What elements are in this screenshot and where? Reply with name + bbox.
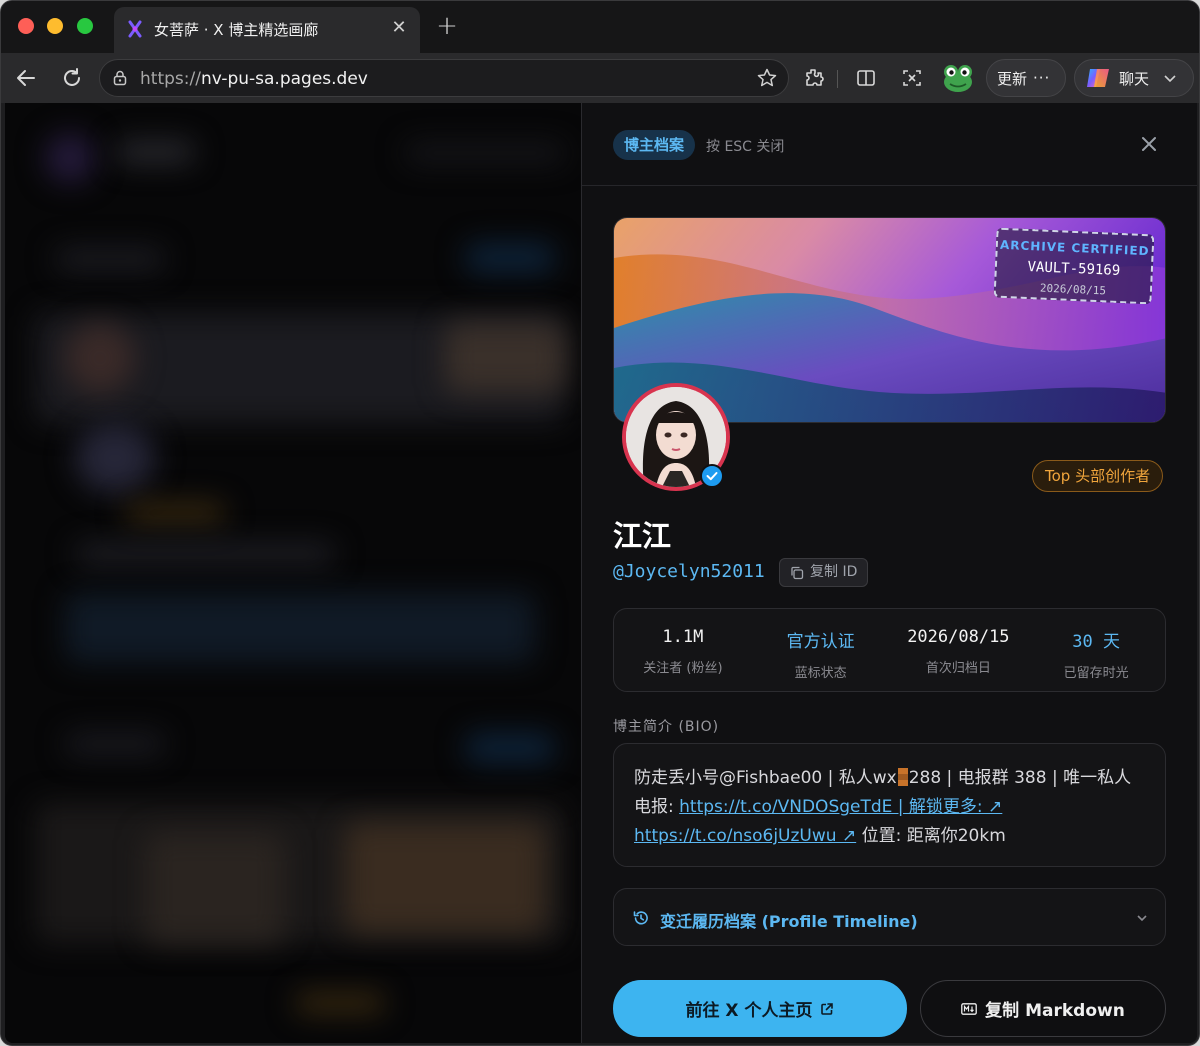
copy-id-button[interactable]: 复制 ID — [779, 558, 869, 587]
stat-label: 关注者 (粉丝) — [643, 661, 723, 676]
copy-markdown-button[interactable]: 复制 Markdown — [920, 980, 1166, 1037]
stamp-title: ARCHIVE CERTIFIED — [999, 237, 1150, 259]
stat-value: 官方认证 — [786, 632, 855, 652]
stat-label: 已留存时光 — [1063, 666, 1129, 681]
blurred-badge-2 — [295, 993, 385, 1013]
history-icon — [633, 911, 648, 925]
blurred-avatar — [65, 323, 135, 393]
timeline-label: 变迁履历档案 (Profile Timeline) — [660, 912, 918, 931]
archive-certified-stamp: ARCHIVE CERTIFIED VAULT-59169 2026/08/15 — [993, 227, 1155, 305]
markdown-icon — [961, 1002, 978, 1015]
update-button[interactable]: 更新 ··· — [986, 59, 1066, 97]
stat-verification: 官方认证 蓝标状态 — [752, 609, 890, 691]
chat-label: 聊天 — [1119, 69, 1150, 88]
redacted-emoji-icon — [897, 768, 908, 786]
copy-id-label: 复制 ID — [810, 564, 858, 580]
copy-markdown-label: 复制 Markdown — [985, 1001, 1125, 1021]
close-icon[interactable] — [1139, 134, 1159, 154]
stat-label: 蓝标状态 — [794, 666, 847, 681]
bio-text: 防走丢小号@Fishbae00 | 私人wx — [634, 768, 897, 788]
tab-close-icon[interactable]: ✕ — [388, 17, 410, 39]
browser-toolbar: https://nv-pu-sa.pages.dev 更新 ··· 聊天 — [1, 53, 1199, 103]
more-dots-icon: ··· — [1033, 69, 1051, 87]
blurred-gallery-background — [5, 103, 581, 1043]
stat-value: 2026/08/15 — [907, 627, 1010, 647]
browser-tab-active[interactable]: 女菩萨 · X 博主精选画廊 ✕ — [114, 7, 420, 53]
page-content: 博主档案 按 ESC 关闭 ARCHIVE CERTIFIED VAULT-59… — [5, 103, 1197, 1043]
profile-name: 江江 — [613, 519, 672, 553]
bio-text: 位置: 距离你20km — [856, 826, 1006, 846]
site-favicon-icon — [128, 20, 142, 38]
browser-window: 女菩萨 · X 博主精选画廊 ✕ + https://nv-pu-sa.page… — [0, 0, 1200, 1046]
tab-title: 女菩萨 · X 博主精选画廊 — [154, 21, 319, 39]
blurred-badge — [125, 503, 225, 523]
stat-retention: 30 天 已留存时光 — [1027, 609, 1165, 691]
blurred-avatar-2 — [75, 423, 155, 493]
copy-icon — [791, 566, 804, 580]
blurred-thumb-3 — [145, 833, 285, 943]
back-arrow-icon[interactable] — [11, 63, 41, 93]
blurred-title — [115, 141, 195, 163]
drawer-header: 博主档案 按 ESC 关闭 — [582, 103, 1197, 186]
esc-hint: 按 ESC 关闭 — [706, 139, 785, 155]
chevron-down-icon — [1137, 915, 1147, 922]
minimize-window-button[interactable] — [47, 18, 63, 34]
url-host: nv-pu-sa.pages.dev — [200, 69, 368, 89]
open-x-profile-label: 前往 X 个人主页 — [685, 1001, 813, 1021]
screenshot-icon[interactable] — [897, 63, 927, 93]
extensions-icon[interactable] — [799, 63, 829, 93]
stat-archive-date: 2026/08/15 首次归档日 — [890, 609, 1028, 691]
blurred-bio — [65, 593, 535, 663]
update-label: 更新 — [997, 69, 1028, 88]
blurred-button — [465, 243, 555, 273]
stat-value: 1.1M — [662, 627, 704, 647]
copilot-icon — [1087, 69, 1109, 87]
blurred-nav — [405, 143, 565, 163]
stamp-date: 2026/08/15 — [1039, 281, 1107, 298]
stat-value: 30 天 — [1072, 632, 1120, 652]
frog-extension-icon[interactable] — [941, 61, 975, 95]
blurred-heading-2 — [65, 733, 165, 755]
reload-icon[interactable] — [57, 63, 87, 93]
stat-label: 首次归档日 — [925, 661, 991, 676]
blurred-logo — [45, 133, 95, 183]
site-info-icon[interactable] — [112, 70, 128, 86]
address-bar[interactable]: https://nv-pu-sa.pages.dev — [99, 59, 789, 97]
stats-card: 1.1M 关注者 (粉丝) 官方认证 蓝标状态 2026/08/15 首次归档日… — [613, 608, 1166, 692]
close-window-button[interactable] — [18, 18, 34, 34]
new-tab-button[interactable]: + — [433, 13, 461, 41]
bio-label: 博主简介 (BIO) — [613, 719, 720, 735]
copilot-chat-button[interactable]: 聊天 — [1074, 59, 1194, 97]
open-x-profile-button[interactable]: 前往 X 个人主页 — [613, 980, 907, 1037]
blurred-thumb — [445, 323, 565, 393]
bio-link[interactable]: https://t.co/nso6jUzUwu ↗ — [634, 826, 856, 846]
profile-drawer: 博主档案 按 ESC 关闭 ARCHIVE CERTIFIED VAULT-59… — [581, 103, 1197, 1043]
archive-badge: 博主档案 — [613, 130, 696, 160]
verified-check-icon — [700, 464, 724, 488]
external-link-icon — [821, 1002, 834, 1015]
chevron-down-icon — [1164, 75, 1176, 83]
split-screen-icon[interactable] — [851, 63, 881, 93]
blurred-name — [75, 543, 335, 565]
blurred-thumb-2 — [345, 823, 545, 933]
url-scheme: https:// — [140, 69, 201, 89]
url-text: https://nv-pu-sa.pages.dev — [140, 69, 368, 89]
stat-followers: 1.1M 关注者 (粉丝) — [614, 609, 752, 691]
bio-link[interactable]: https://t.co/VNDOSgeTdE | 解锁更多: ↗ — [679, 797, 1002, 817]
profile-timeline-accordion[interactable]: 变迁履历档案 (Profile Timeline) — [613, 888, 1166, 946]
blurred-button-2 — [465, 733, 555, 763]
bio-card: 防走丢小号@Fishbae00 | 私人wx 288 | 电报群 388 | 唯一… — [613, 743, 1166, 867]
maximize-window-button[interactable] — [77, 18, 93, 34]
stamp-vault-id: VAULT-59169 — [1027, 258, 1121, 280]
blurred-heading — [55, 248, 165, 270]
profile-handle[interactable]: @Joycelyn52011 — [613, 561, 765, 582]
favorite-star-icon[interactable] — [756, 67, 778, 89]
top-creator-badge: Top 头部创作者 — [1032, 460, 1164, 492]
tab-strip: 女菩萨 · X 博主精选画廊 ✕ + — [1, 1, 1199, 53]
toolbar-divider — [837, 70, 838, 88]
